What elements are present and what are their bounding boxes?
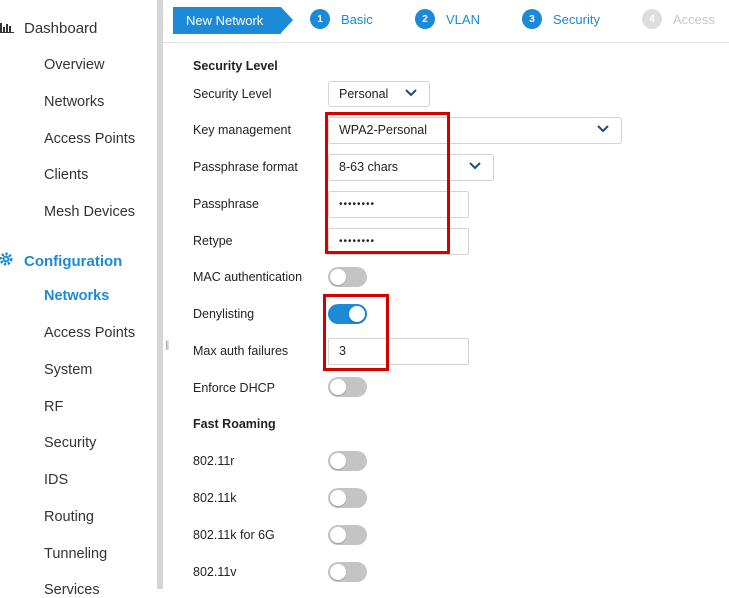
toggle-knob (330, 490, 346, 506)
passphrase-label: Passphrase (193, 197, 260, 211)
toggle-knob (330, 269, 346, 285)
sidebar-dashboard-label: Dashboard (24, 20, 98, 37)
802-11k-6g-label: 802.11k for 6G (193, 528, 275, 542)
sidebar: Dashboard Overview Networks Access Point… (0, 0, 157, 598)
802-11k-label: 802.11k (193, 491, 237, 505)
security-level-section-title: Security Level (193, 59, 278, 73)
highlight-box-denylisting (323, 294, 389, 371)
802-11v-label: 802.11v (193, 565, 237, 579)
wizard-current-step: New Network (173, 7, 294, 34)
sidebar-section-configuration[interactable]: Configuration (0, 251, 122, 271)
802-11v-toggle[interactable] (328, 562, 367, 582)
mac-authentication-toggle[interactable] (328, 267, 367, 287)
sidebar-item-rf[interactable]: RF (44, 399, 63, 415)
802-11k-6g-toggle[interactable] (328, 525, 367, 545)
enforce-dhcp-toggle[interactable] (328, 377, 367, 397)
step-number-2: 2 (415, 9, 435, 29)
bar-chart-icon (0, 20, 18, 37)
wizard-step-vlan[interactable]: 2 VLAN (415, 9, 480, 29)
sidebar-item-access-points[interactable]: Access Points (44, 325, 135, 341)
sidebar-item-access-points-dashboard[interactable]: Access Points (44, 131, 135, 147)
802-11r-label: 802.11r (193, 454, 235, 468)
sidebar-item-routing[interactable]: Routing (44, 509, 94, 525)
sidebar-section-dashboard[interactable]: Dashboard (0, 20, 97, 37)
chevron-down-icon (469, 162, 481, 170)
passphrase-format-label: Passphrase format (193, 160, 298, 174)
sidebar-item-tunneling[interactable]: Tunneling (44, 546, 107, 562)
toggle-knob (330, 453, 346, 469)
sidebar-item-clients[interactable]: Clients (44, 167, 88, 183)
key-management-label: Key management (193, 123, 291, 137)
sidebar-item-security[interactable]: Security (44, 435, 96, 451)
sidebar-item-services[interactable]: Services (44, 582, 100, 598)
802-11k-toggle[interactable] (328, 488, 367, 508)
sidebar-item-system[interactable]: System (44, 362, 92, 378)
highlight-box-key-settings (325, 112, 450, 254)
retype-label: Retype (193, 234, 233, 248)
mac-authentication-label: MAC authentication (193, 270, 303, 284)
wizard-step-security[interactable]: 3 Security (522, 9, 600, 29)
sidebar-item-ids[interactable]: IDS (44, 472, 68, 488)
gear-icon (0, 251, 18, 271)
802-11r-toggle[interactable] (328, 451, 367, 471)
toggle-knob (330, 564, 346, 580)
security-level-value: Personal (339, 87, 389, 101)
resize-grip-icon: || (165, 340, 169, 351)
sidebar-item-overview[interactable]: Overview (44, 57, 104, 73)
chevron-down-icon (597, 125, 609, 133)
step-number-3: 3 (522, 9, 542, 29)
sidebar-configuration-label: Configuration (24, 252, 123, 270)
enforce-dhcp-label: Enforce DHCP (193, 381, 275, 395)
security-level-select[interactable]: Personal (328, 81, 430, 107)
wizard-steps: New Network 1 Basic 2 VLAN 3 Security 4 … (163, 0, 729, 43)
sidebar-item-networks[interactable]: Networks (44, 288, 109, 304)
denylisting-label: Denylisting (193, 307, 255, 321)
step-label-security: Security (553, 11, 600, 27)
toggle-knob (330, 379, 346, 395)
wizard-step-basic[interactable]: 1 Basic (310, 9, 373, 29)
step-number-4: 4 (642, 9, 662, 29)
step-label-vlan: VLAN (446, 11, 480, 27)
max-auth-failures-label: Max auth failures (193, 344, 289, 358)
security-level-label: Security Level (193, 87, 272, 101)
sidebar-resize-handle[interactable] (157, 0, 163, 589)
step-label-access: Access (673, 11, 715, 27)
fast-roaming-section-title: Fast Roaming (193, 417, 276, 431)
toggle-knob (330, 527, 346, 543)
step-label-basic: Basic (341, 11, 373, 27)
step-number-1: 1 (310, 9, 330, 29)
sidebar-item-networks-dashboard[interactable]: Networks (44, 94, 104, 110)
sidebar-item-mesh-devices[interactable]: Mesh Devices (44, 204, 135, 220)
chevron-down-icon (405, 89, 417, 97)
wizard-step-access[interactable]: 4 Access (642, 9, 715, 29)
